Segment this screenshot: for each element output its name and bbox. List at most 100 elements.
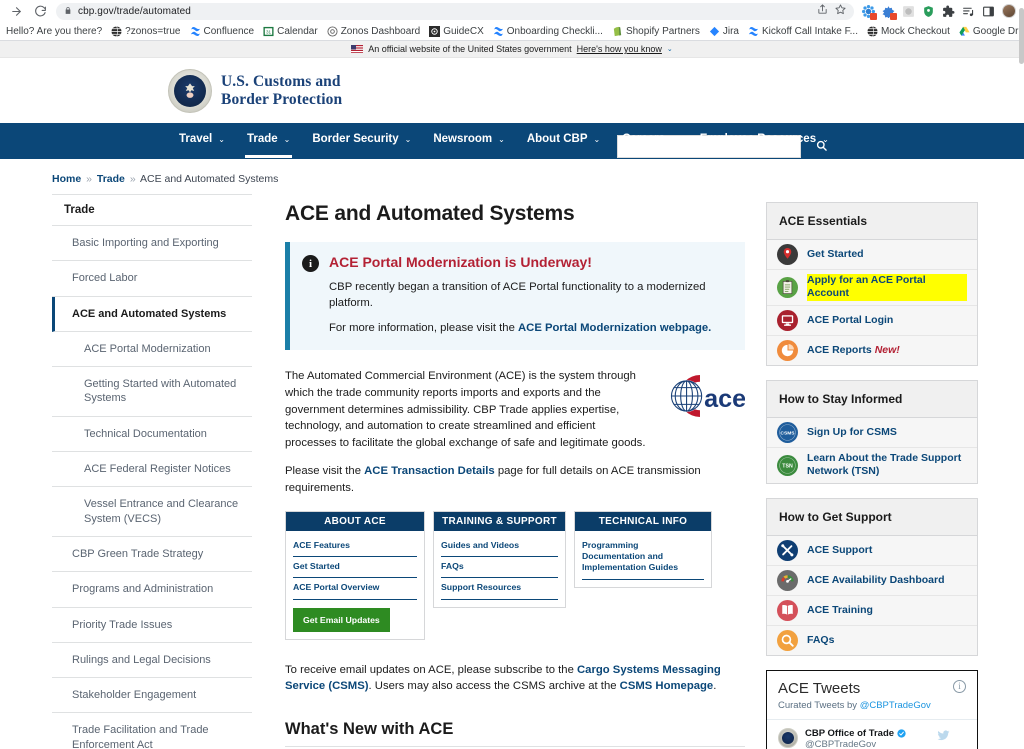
agency-name: U.S. Customs and Border Protection (221, 73, 342, 108)
cbp-brand[interactable]: U.S. Customs and Border Protection (168, 69, 342, 113)
bookmark-item[interactable]: Zonos Dashboard (327, 26, 421, 37)
share-icon[interactable] (817, 4, 828, 18)
bookmark-star-icon[interactable] (835, 4, 846, 18)
bookmark-item[interactable]: Onboarding Checkli... (493, 26, 603, 37)
sidebar-item-technical-documentation[interactable]: Technical Documentation (52, 417, 252, 452)
rail-item-ace-reports[interactable]: ACE Reports New! (767, 336, 977, 365)
reading-list-icon[interactable] (962, 5, 975, 18)
tweets-handle-link[interactable]: @CBPTradeGov (860, 700, 931, 711)
circle-icon (327, 26, 338, 37)
bookmark-item[interactable]: Hello? Are you there? (6, 26, 102, 37)
pie-chart-icon (777, 340, 798, 361)
tweet-item[interactable]: CBP Office of Trade @CBPTradeGov (778, 720, 966, 749)
transaction-prefix: Please visit the (285, 465, 364, 477)
bookmark-label: Onboarding Checkli... (507, 26, 603, 37)
grayscale-extension-icon[interactable] (902, 5, 915, 18)
rail-item-apply-ace-portal-account[interactable]: Apply for an ACE Portal Account (767, 270, 977, 306)
extensions-puzzle-icon[interactable] (942, 5, 955, 18)
bookmark-item[interactable]: ?zonos=true (111, 26, 180, 37)
whats-new-heading: What's New with ACE (285, 720, 745, 747)
sidebar-item-stakeholder-engagement[interactable]: Stakeholder Engagement (52, 678, 252, 713)
link-row[interactable]: Programming Documentation and Implementa… (582, 536, 704, 580)
get-email-updates-button[interactable]: Get Email Updates (293, 608, 390, 632)
address-bar[interactable]: cbp.gov/trade/automated (56, 3, 854, 20)
nav-item-newsroom[interactable]: Newsroom ⌄ (422, 123, 516, 155)
breadcrumb-trade[interactable]: Trade (97, 173, 125, 185)
profile-avatar-icon[interactable] (1002, 4, 1016, 18)
nav-item-travel[interactable]: Travel ⌄ (168, 123, 236, 155)
ace-transaction-details-link[interactable]: ACE Transaction Details (364, 465, 495, 477)
bookmark-label: Google Drive (973, 26, 1024, 37)
chevron-down-icon: ⌄ (405, 135, 412, 144)
puzzle-extension-icon[interactable] (862, 5, 875, 18)
sidebar-item-green-trade-strategy[interactable]: CBP Green Trade Strategy (52, 537, 252, 572)
sidebar-item-programs-and-administration[interactable]: Programs and Administration (52, 572, 252, 607)
ace-portal-modernization-link[interactable]: ACE Portal Modernization webpage. (518, 322, 711, 334)
sidebar-item-getting-started[interactable]: Getting Started with Automated Systems (52, 367, 252, 417)
bookmark-item[interactable]: Google Drive (959, 26, 1024, 37)
forward-button[interactable] (6, 1, 26, 21)
sidebar-item-forced-labor[interactable]: Forced Labor (52, 261, 252, 296)
sidebar-item-rulings-and-legal-decisions[interactable]: Rulings and Legal Decisions (52, 643, 252, 678)
info-circle-icon[interactable]: i (953, 680, 966, 693)
bookmark-item[interactable]: Jira (709, 26, 739, 37)
rail-item-ace-support[interactable]: ACE Support (767, 536, 977, 566)
nav-item-about-cbp[interactable]: About CBP ⌄ (516, 123, 611, 155)
sidepanel-icon[interactable] (982, 5, 995, 18)
extension-badge (890, 13, 897, 20)
globe-icon (111, 26, 122, 37)
link-row[interactable]: FAQs (441, 557, 558, 578)
shield-extension-icon[interactable] (922, 5, 935, 18)
nav-item-careers[interactable]: Careers ⌄ (611, 123, 689, 155)
left-sidebar: Trade Basic Importing and Exporting Forc… (52, 194, 252, 749)
chevron-down-icon[interactable]: ⌄ (667, 45, 673, 53)
bookmark-item[interactable]: Mock Checkout (867, 26, 950, 37)
panel-title: How to Get Support (767, 499, 977, 536)
sidebar-item-basic-importing[interactable]: Basic Importing and Exporting (52, 226, 252, 261)
nav-item-trade[interactable]: Trade ⌄ (236, 123, 301, 155)
sidebar-item-ace-portal-modernization[interactable]: ACE Portal Modernization (52, 332, 252, 367)
bookmark-label: Jira (723, 26, 739, 37)
link-row[interactable]: ACE Portal Overview (293, 578, 417, 599)
rail-item-get-started[interactable]: Get Started (767, 240, 977, 270)
chevron-down-icon: ⌄ (671, 135, 678, 144)
sidebar-item-ace-and-automated-systems[interactable]: ACE and Automated Systems (52, 297, 252, 332)
link-row[interactable]: Guides and Videos (441, 536, 558, 557)
sidebar-item-priority-trade-issues[interactable]: Priority Trade Issues (52, 608, 252, 643)
bookmark-item[interactable]: GuideCX (429, 26, 484, 37)
rail-item-ace-portal-login[interactable]: ACE Portal Login (767, 306, 977, 336)
reload-button[interactable] (30, 1, 50, 21)
bookmark-item[interactable]: Kickoff Call Intake F... (748, 26, 858, 37)
bookmark-item[interactable]: Confluence (190, 26, 255, 37)
rail-item-sign-up-csms[interactable]: CSMS Sign Up for CSMS (767, 418, 977, 448)
rail-item-text: ACE Reports (807, 344, 872, 356)
breadcrumb-current: ACE and Automated Systems (140, 173, 278, 185)
gear-extension-icon[interactable] (882, 5, 895, 18)
link-row[interactable]: Get Started (293, 557, 417, 578)
rail-item-trade-support-network[interactable]: TSN Learn About the Trade Support Networ… (767, 448, 977, 483)
link-table-header: TRAINING & SUPPORT (434, 512, 565, 531)
csms-homepage-link[interactable]: CSMS Homepage (620, 680, 714, 692)
nav-item-employee-resources[interactable]: Employee Resources ⌄ (689, 123, 840, 155)
link-row[interactable]: ACE Features (293, 536, 417, 557)
rail-item-label: ACE Portal Login (807, 314, 893, 327)
sidebar-item-ace-federal-register-notices[interactable]: ACE Federal Register Notices (52, 452, 252, 487)
bookmark-label: Confluence (204, 26, 255, 37)
gov-banner-text: An official website of the United States… (368, 44, 571, 54)
link-row[interactable]: Support Resources (441, 578, 558, 599)
how-you-know-link[interactable]: Here's how you know (577, 44, 662, 54)
rail-item-label: Get Started (807, 248, 864, 261)
rail-item-ace-training[interactable]: ACE Training (767, 596, 977, 626)
alert-banner: i ACE Portal Modernization is Underway! … (285, 242, 745, 350)
bookmark-item[interactable]: 31 Calendar (263, 26, 318, 37)
nav-item-border-security[interactable]: Border Security ⌄ (301, 123, 422, 155)
rail-item-availability-dashboard[interactable]: ACE Availability Dashboard (767, 566, 977, 596)
breadcrumb-home[interactable]: Home (52, 173, 81, 185)
extension-icons (862, 4, 1018, 18)
sidebar-item-tftea[interactable]: Trade Facilitation and Trade Enforcement… (52, 713, 252, 749)
rail-item-label: ACE Training (807, 604, 873, 617)
bookmark-item[interactable]: Shopify Partners (612, 26, 700, 37)
sidebar-item-vecs[interactable]: Vessel Entrance and Clearance System (VE… (52, 487, 252, 537)
nav-label: Newsroom (433, 133, 492, 145)
rail-item-faqs[interactable]: FAQs (767, 626, 977, 655)
